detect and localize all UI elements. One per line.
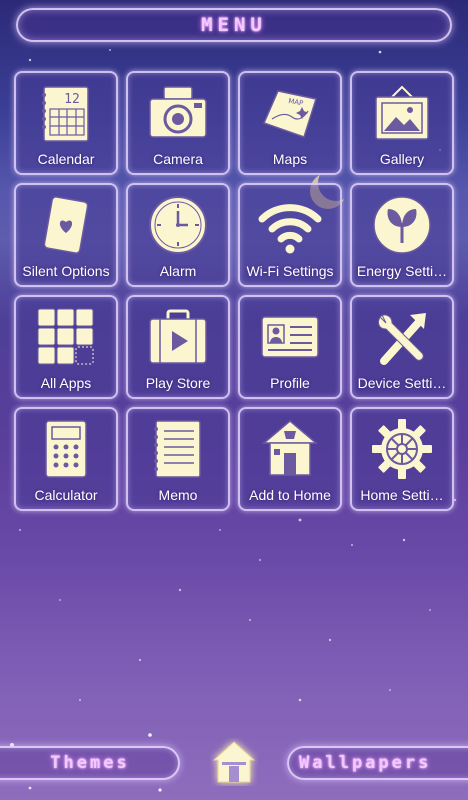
app-label: Profile (270, 375, 310, 391)
app-label: Energy Setti… (356, 263, 448, 279)
app-label: Gallery (379, 151, 425, 167)
app-tile-profile[interactable]: Profile (238, 295, 342, 399)
wifi-icon (258, 204, 322, 254)
leaf-icon (373, 196, 431, 254)
app-tile-alarm[interactable]: Alarm (126, 183, 230, 287)
app-tile-gallery[interactable]: Gallery (350, 71, 454, 175)
picture-frame-icon (375, 85, 429, 140)
themes-button[interactable]: Themes (0, 746, 180, 780)
app-label: Alarm (159, 263, 197, 279)
app-label: Silent Options (22, 263, 110, 279)
wallpapers-label: Wallpapers (299, 753, 432, 773)
app-label: Play Store (145, 375, 211, 391)
app-label: Maps (272, 151, 308, 167)
app-label: All Apps (40, 375, 92, 391)
calendar-icon: 12 (42, 86, 89, 142)
app-tile-all-apps[interactable]: All Apps (14, 295, 118, 399)
menu-title: MENU (201, 14, 267, 36)
app-tile-silent-options[interactable]: Silent Options (14, 183, 118, 287)
map-icon: MAP (262, 90, 317, 138)
app-tile-memo[interactable]: Memo (126, 407, 230, 511)
app-label: Memo (158, 487, 198, 503)
app-tile-add-to-home[interactable]: Add to Home (238, 407, 342, 511)
app-grid-icon (37, 308, 94, 365)
app-tile-calendar[interactable]: 12 Calendar (14, 71, 118, 175)
calculator-icon (45, 420, 87, 478)
gear-icon (372, 419, 432, 479)
crescent-moon-icon (426, 738, 456, 772)
home-icon[interactable] (210, 738, 258, 786)
notebook-icon (154, 420, 201, 478)
app-tile-maps[interactable]: MAP Maps (238, 71, 342, 175)
app-label: Calendar (37, 151, 95, 167)
app-label: Add to Home (249, 487, 331, 503)
app-label: Camera (153, 151, 203, 167)
app-label: Home Setti… (360, 487, 444, 503)
profile-card-icon (261, 316, 319, 358)
app-tile-energy-settings[interactable]: Energy Setti… (350, 183, 454, 287)
house-icon (261, 420, 319, 476)
app-tile-device-settings[interactable]: Device Setti… (350, 295, 454, 399)
clock-icon (149, 196, 207, 254)
app-label: Calculator (34, 487, 98, 503)
app-tile-calculator[interactable]: Calculator (14, 407, 118, 511)
themes-label: Themes (50, 753, 130, 773)
app-tile-wifi-settings[interactable]: Wi-Fi Settings (238, 183, 342, 287)
app-label: Wi-Fi Settings (246, 263, 334, 279)
menu-header-bar: MENU (16, 8, 452, 42)
calendar-day-number: 12 (64, 92, 80, 107)
app-tile-camera[interactable]: Camera (126, 71, 230, 175)
app-label: Device Setti… (357, 375, 447, 391)
tools-icon (378, 313, 426, 365)
suitcase-play-icon (149, 309, 207, 364)
app-tile-home-settings[interactable]: Home Setti… (350, 407, 454, 511)
app-tile-play-store[interactable]: Play Store (126, 295, 230, 399)
app-grid: 12 Calendar Camera MAP Maps Gallery Sile… (14, 71, 456, 513)
card-heart-icon (43, 196, 89, 254)
camera-icon (149, 86, 207, 138)
